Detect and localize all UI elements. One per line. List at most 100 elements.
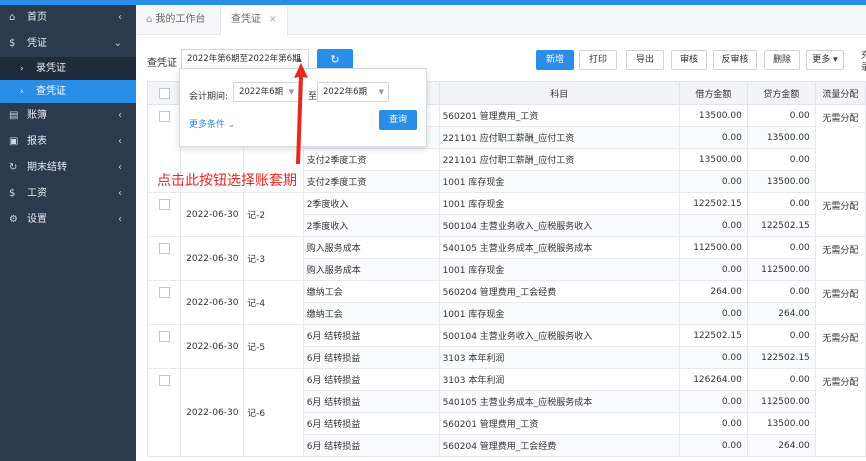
line-account: 1001 库存现金 [438,192,680,215]
chevron-left-icon: ‹ [118,136,122,147]
dollar-icon: $ [9,38,16,49]
flow-allocation: 无需分配 [814,104,866,193]
row-checkbox[interactable] [158,375,170,386]
sidebar-item-home[interactable]: ⌂ 首页 ‹ [0,5,136,31]
table-row[interactable]: 2022-06-30 记-2 2季度收入 1001 库存现金 122502.15 0.00… [146,192,866,237]
row-checkbox[interactable] [158,331,170,342]
table-row[interactable]: 2022-06-30 记-4 缴纳工会 560204 管理费用_工会经费 264.00 0… [146,280,866,325]
close-icon[interactable]: ✕ [269,15,277,25]
query-button[interactable]: 查询 [379,110,417,130]
line-account: 560201 管理费用_工资 [438,104,680,127]
audit-button[interactable]: 审核 [671,50,707,70]
period-to-value: 2022年6期 [323,87,368,97]
line-summary: 6月 结转损益 [302,412,440,435]
flow-allocation: 无需分配 [814,280,866,325]
line-credit: 13500.00 [746,126,816,149]
row-checkbox[interactable] [158,243,170,254]
sidebar-subitem-label: 查凭证 [36,86,66,97]
chevron-right-icon: › [20,87,24,97]
sidebar-item-period-close[interactable]: ↻ 期末结转 ‹ [0,155,136,181]
line-summary: 6月 结转损益 [302,368,440,391]
line-summary: 支付2季度工资 [302,170,440,193]
row-checkbox[interactable] [158,199,170,210]
annotation-text: 点击此按钮选择账套期 [157,173,297,189]
line-debit: 264.00 [678,280,748,303]
table-row[interactable]: 2022-06-30 记-3 购入服务成本 540105 主营业务成本_应税服务成本 1… [146,236,866,281]
sidebar-subitem-query-voucher[interactable]: › 查凭证 [0,80,136,103]
sidebar-item-voucher[interactable]: $ 凭证 ⌄ [0,31,136,57]
row-checkbox-cell[interactable] [146,324,182,369]
table-row[interactable]: 2022-06-30 记-5 6月 结转损益 500104 主营业务收入_应税服务收入… [146,324,866,369]
voucher-number[interactable]: 记-5 [243,324,304,369]
tab-label: 查凭证 [231,14,261,25]
annotation-arrow [294,63,308,164]
tab-bar: ⌂ 我的工作台 查凭证 ✕ [136,5,866,36]
export-button[interactable]: 导出 [626,50,664,70]
line-debit: 13500.00 [678,104,748,127]
line-summary: 2季度收入 [302,192,440,215]
flow-allocation: 无需分配 [814,192,866,237]
line-account: 560201 管理费用_工资 [438,412,680,435]
line-debit: 0.00 [678,346,748,369]
delete-button[interactable]: 删除 [764,50,800,70]
main-content: ⌂ 我的工作台 查凭证 ✕ 查凭证 2022年第6期至2022年第6期 ▲ ↻ 新增… [136,5,866,461]
line-summary: 购入服务成本 [302,258,440,281]
line-credit: 122502.15 [746,346,816,369]
tab-workbench[interactable]: ⌂ 我的工作台 [146,5,205,35]
select-all-header[interactable] [146,81,182,105]
credit-header: 贷方金额 [746,81,816,105]
voucher-number[interactable]: 记-6 [243,368,304,457]
line-summary: 6月 结转损益 [302,390,440,413]
sidebar-item-label: 报表 [27,136,47,147]
refresh-icon: ↻ [330,53,340,66]
flow-header: 流量分配 [814,81,866,105]
line-summary: 缴纳工会 [302,302,440,325]
line-debit: 0.00 [678,126,748,149]
more-conditions-link[interactable]: 更多条件 ⌄ [189,117,235,130]
sidebar-item-settings[interactable]: ⚙ 设置 ‹ [0,207,136,233]
toolbar-label: 查凭证 [147,58,177,69]
line-account: 500104 主营业务收入_应税服务收入 [438,324,680,347]
print-button[interactable]: 打印 [579,50,617,70]
row-checkbox-cell[interactable] [146,192,182,237]
sidebar-subitem-label: 录凭证 [36,63,66,74]
refresh-button[interactable]: ↻ [317,49,353,70]
row-checkbox-cell[interactable] [146,368,182,457]
line-summary: 6月 结转损益 [302,324,440,347]
sidebar-item-payroll[interactable]: $ 工资 ‹ [0,181,136,207]
line-debit: 126264.00 [678,368,748,391]
unaudit-button[interactable]: 反审核 [713,50,757,70]
line-account: 560204 管理费用_工会经费 [438,280,680,303]
sidebar-item-reports[interactable]: ▣ 报表 ‹ [0,129,136,155]
select-all-checkbox[interactable] [158,87,170,99]
tab-label: 我的工作台 [155,14,206,25]
line-credit: 0.00 [746,280,816,303]
voucher-number[interactable]: 记-4 [243,280,304,325]
line-summary: 缴纳工会 [302,280,440,303]
line-account: 540105 主营业务成本_应税服务成本 [438,236,680,259]
line-summary: 6月 结转损益 [302,346,440,369]
period-from-value: 2022年6期 [239,87,284,97]
period-value: 2022年第6期至2022年第6期 [187,54,301,64]
line-credit: 112500.00 [746,258,816,281]
row-checkbox[interactable] [158,287,170,298]
row-checkbox-cell[interactable] [146,236,182,281]
voucher-number[interactable]: 记-2 [243,192,304,237]
tab-query-voucher[interactable]: 查凭证 ✕ [220,5,288,36]
row-checkbox[interactable] [158,111,170,122]
voucher-number[interactable]: 记-3 [243,236,304,281]
more-button[interactable]: 更多 ▾ [806,50,844,70]
line-summary: 购入服务成本 [302,236,440,259]
home-icon: ⌂ [9,12,16,23]
sidebar-item-ledger[interactable]: ▤ 账簿 ‹ [0,103,136,129]
table-row[interactable]: 2022-06-30 记-6 6月 结转损益 3103 本年利润 126264.00 0.… [146,368,866,457]
line-credit: 13500.00 [746,170,816,193]
line-summary: 支付2季度工资 [302,148,440,171]
sidebar-subitem-enter-voucher[interactable]: › 录凭证 [0,57,136,80]
flow-allocation: 无需分配 [814,236,866,281]
line-account: 1001 库存现金 [438,258,680,281]
row-checkbox-cell[interactable] [146,280,182,325]
period-to-select[interactable]: 2022年6期 ▼ [317,82,389,102]
chevron-down-icon: ⌄ [113,38,122,49]
new-button[interactable]: 新增 [536,50,574,70]
